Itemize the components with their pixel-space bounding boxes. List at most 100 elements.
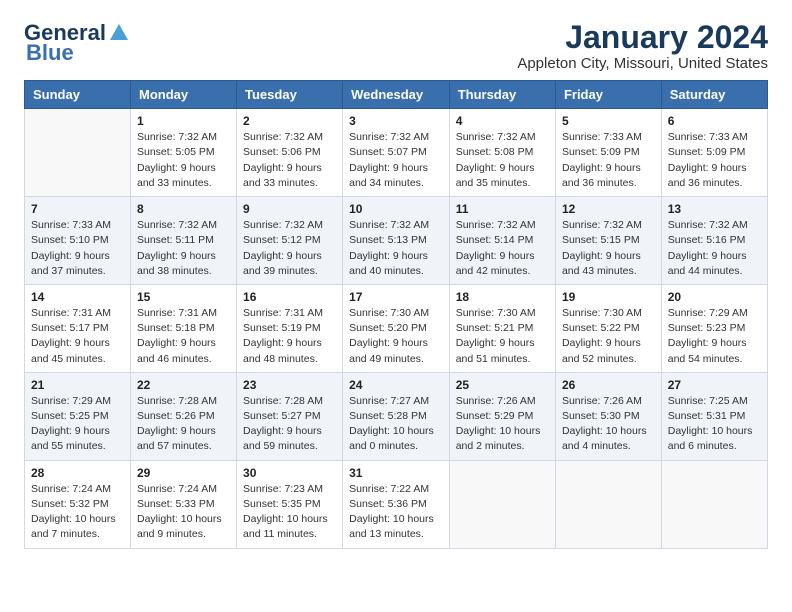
- day-info: Sunrise: 7:32 AMSunset: 5:13 PMDaylight:…: [349, 218, 443, 279]
- calendar-week-row: 7Sunrise: 7:33 AMSunset: 5:10 PMDaylight…: [25, 197, 768, 285]
- logo-blue: Blue: [26, 40, 74, 66]
- day-info: Sunrise: 7:29 AMSunset: 5:25 PMDaylight:…: [31, 394, 124, 455]
- calendar-table: SundayMondayTuesdayWednesdayThursdayFrid…: [24, 80, 768, 548]
- calendar-header-thursday: Thursday: [449, 81, 555, 109]
- day-number: 24: [349, 378, 443, 392]
- day-info: Sunrise: 7:33 AMSunset: 5:10 PMDaylight:…: [31, 218, 124, 279]
- day-info: Sunrise: 7:24 AMSunset: 5:33 PMDaylight:…: [137, 482, 230, 543]
- day-info: Sunrise: 7:22 AMSunset: 5:36 PMDaylight:…: [349, 482, 443, 543]
- calendar-cell: 21Sunrise: 7:29 AMSunset: 5:25 PMDayligh…: [25, 372, 131, 460]
- day-number: 26: [562, 378, 655, 392]
- calendar-cell: 2 Sunrise: 7:32 AMSunset: 5:06 PMDaylight…: [237, 109, 343, 197]
- calendar-cell: 4 Sunrise: 7:32 AMSunset: 5:08 PMDaylight…: [449, 109, 555, 197]
- day-info: Sunrise: 7:32 AMSunset: 5:06 PMDaylight:…: [243, 130, 336, 191]
- calendar-header-wednesday: Wednesday: [343, 81, 450, 109]
- calendar-cell: 5 Sunrise: 7:33 AMSunset: 5:09 PMDaylight…: [555, 109, 661, 197]
- day-info: Sunrise: 7:31 AMSunset: 5:18 PMDaylight:…: [137, 306, 230, 367]
- day-number: 5: [562, 114, 655, 128]
- calendar-cell: 29 Sunrise: 7:24 AMSunset: 5:33 PMDayligh…: [130, 460, 236, 548]
- day-number: 16: [243, 290, 336, 304]
- day-info: Sunrise: 7:25 AMSunset: 5:31 PMDaylight:…: [668, 394, 761, 455]
- calendar-cell: 24 Sunrise: 7:27 AMSunset: 5:28 PMDayligh…: [343, 372, 450, 460]
- day-number: 30: [243, 466, 336, 480]
- title-block: January 2024 Appleton City, Missouri, Un…: [517, 20, 768, 72]
- day-info: Sunrise: 7:32 AMSunset: 5:05 PMDaylight:…: [137, 130, 230, 191]
- day-number: 13: [668, 202, 761, 216]
- day-number: 14: [31, 290, 124, 304]
- calendar-cell: 26 Sunrise: 7:26 AMSunset: 5:30 PMDayligh…: [555, 372, 661, 460]
- calendar-week-row: 1Sunrise: 7:32 AMSunset: 5:05 PMDaylight…: [25, 109, 768, 197]
- calendar-cell: [449, 460, 555, 548]
- calendar-cell: 8 Sunrise: 7:32 AMSunset: 5:11 PMDaylight…: [130, 197, 236, 285]
- calendar-cell: 9Sunrise: 7:32 AMSunset: 5:12 PMDaylight…: [237, 197, 343, 285]
- day-number: 17: [349, 290, 443, 304]
- day-info: Sunrise: 7:32 AMSunset: 5:15 PMDaylight:…: [562, 218, 655, 279]
- day-number: 2: [243, 114, 336, 128]
- calendar-week-row: 28 Sunrise: 7:24 AMSunset: 5:32 PMDayligh…: [25, 460, 768, 548]
- calendar-header-saturday: Saturday: [661, 81, 767, 109]
- day-number: 8: [137, 202, 230, 216]
- calendar-cell: 16Sunrise: 7:31 AMSunset: 5:19 PMDayligh…: [237, 284, 343, 372]
- day-number: 19: [562, 290, 655, 304]
- calendar-cell: 31 Sunrise: 7:22 AMSunset: 5:36 PMDayligh…: [343, 460, 450, 548]
- calendar-cell: 18 Sunrise: 7:30 AMSunset: 5:21 PMDayligh…: [449, 284, 555, 372]
- day-number: 31: [349, 466, 443, 480]
- day-number: 25: [456, 378, 549, 392]
- location-subtitle: Appleton City, Missouri, United States: [517, 55, 768, 72]
- day-number: 12: [562, 202, 655, 216]
- day-number: 15: [137, 290, 230, 304]
- logo: General Blue: [24, 20, 130, 66]
- calendar-cell: 19 Sunrise: 7:30 AMSunset: 5:22 PMDayligh…: [555, 284, 661, 372]
- day-info: Sunrise: 7:30 AMSunset: 5:21 PMDaylight:…: [456, 306, 549, 367]
- day-info: Sunrise: 7:30 AMSunset: 5:22 PMDaylight:…: [562, 306, 655, 367]
- day-number: 3: [349, 114, 443, 128]
- calendar-cell: 25Sunrise: 7:26 AMSunset: 5:29 PMDayligh…: [449, 372, 555, 460]
- calendar-cell: 27 Sunrise: 7:25 AMSunset: 5:31 PMDayligh…: [661, 372, 767, 460]
- day-info: Sunrise: 7:33 AMSunset: 5:09 PMDaylight:…: [668, 130, 761, 191]
- calendar-cell: 3 Sunrise: 7:32 AMSunset: 5:07 PMDaylight…: [343, 109, 450, 197]
- day-info: Sunrise: 7:33 AMSunset: 5:09 PMDaylight:…: [562, 130, 655, 191]
- day-number: 10: [349, 202, 443, 216]
- calendar-cell: 11Sunrise: 7:32 AMSunset: 5:14 PMDayligh…: [449, 197, 555, 285]
- day-number: 6: [668, 114, 761, 128]
- calendar-week-row: 14 Sunrise: 7:31 AMSunset: 5:17 PMDayligh…: [25, 284, 768, 372]
- day-info: Sunrise: 7:32 AMSunset: 5:11 PMDaylight:…: [137, 218, 230, 279]
- month-year-title: January 2024: [517, 20, 768, 55]
- day-number: 9: [243, 202, 336, 216]
- day-number: 23: [243, 378, 336, 392]
- day-info: Sunrise: 7:26 AMSunset: 5:30 PMDaylight:…: [562, 394, 655, 455]
- day-info: Sunrise: 7:29 AMSunset: 5:23 PMDaylight:…: [668, 306, 761, 367]
- day-info: Sunrise: 7:28 AMSunset: 5:26 PMDaylight:…: [137, 394, 230, 455]
- day-number: 22: [137, 378, 230, 392]
- day-info: Sunrise: 7:32 AMSunset: 5:14 PMDaylight:…: [456, 218, 549, 279]
- day-info: Sunrise: 7:24 AMSunset: 5:32 PMDaylight:…: [31, 482, 124, 543]
- calendar-cell: 28 Sunrise: 7:24 AMSunset: 5:32 PMDayligh…: [25, 460, 131, 548]
- day-number: 29: [137, 466, 230, 480]
- calendar-cell: 30 Sunrise: 7:23 AMSunset: 5:35 PMDayligh…: [237, 460, 343, 548]
- calendar-header-tuesday: Tuesday: [237, 81, 343, 109]
- day-info: Sunrise: 7:23 AMSunset: 5:35 PMDaylight:…: [243, 482, 336, 543]
- calendar-cell: 23 Sunrise: 7:28 AMSunset: 5:27 PMDayligh…: [237, 372, 343, 460]
- day-number: 20: [668, 290, 761, 304]
- day-info: Sunrise: 7:27 AMSunset: 5:28 PMDaylight:…: [349, 394, 443, 455]
- calendar-cell: 14 Sunrise: 7:31 AMSunset: 5:17 PMDayligh…: [25, 284, 131, 372]
- logo-icon: [108, 22, 130, 44]
- day-info: Sunrise: 7:32 AMSunset: 5:07 PMDaylight:…: [349, 130, 443, 191]
- day-info: Sunrise: 7:28 AMSunset: 5:27 PMDaylight:…: [243, 394, 336, 455]
- calendar-header-row: SundayMondayTuesdayWednesdayThursdayFrid…: [25, 81, 768, 109]
- calendar-cell: [661, 460, 767, 548]
- calendar-cell: 15 Sunrise: 7:31 AMSunset: 5:18 PMDayligh…: [130, 284, 236, 372]
- calendar-header-monday: Monday: [130, 81, 236, 109]
- day-number: 4: [456, 114, 549, 128]
- calendar-cell: 17 Sunrise: 7:30 AMSunset: 5:20 PMDayligh…: [343, 284, 450, 372]
- day-info: Sunrise: 7:30 AMSunset: 5:20 PMDaylight:…: [349, 306, 443, 367]
- day-number: 18: [456, 290, 549, 304]
- page-header: General Blue January 2024 Appleton City,…: [24, 20, 768, 72]
- day-number: 27: [668, 378, 761, 392]
- day-number: 28: [31, 466, 124, 480]
- day-info: Sunrise: 7:31 AMSunset: 5:17 PMDaylight:…: [31, 306, 124, 367]
- calendar-cell: 12 Sunrise: 7:32 AMSunset: 5:15 PMDayligh…: [555, 197, 661, 285]
- calendar-header-sunday: Sunday: [25, 81, 131, 109]
- calendar-cell: 1Sunrise: 7:32 AMSunset: 5:05 PMDaylight…: [130, 109, 236, 197]
- day-info: Sunrise: 7:32 AMSunset: 5:08 PMDaylight:…: [456, 130, 549, 191]
